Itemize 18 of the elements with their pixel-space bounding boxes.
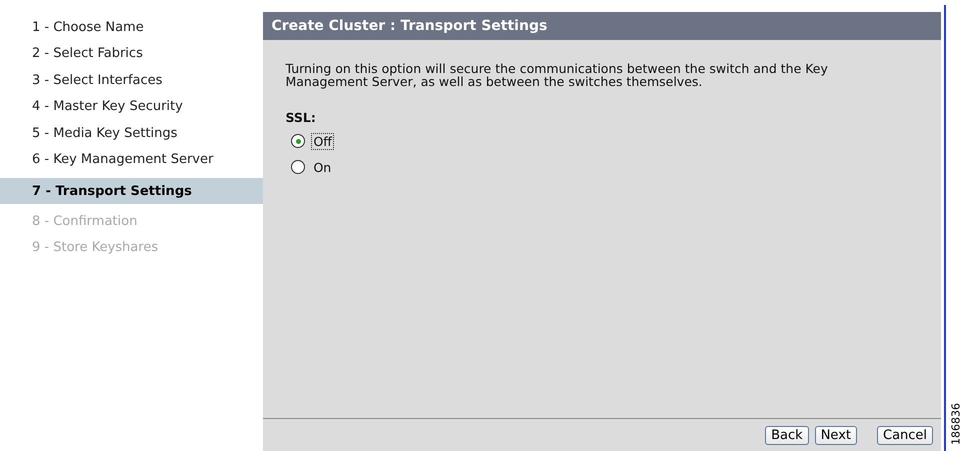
wizard-step[interactable]: 2 - Select Fabrics	[0, 40, 264, 67]
radio-label[interactable]: Off	[311, 132, 334, 150]
description-text: Turning on this option will secure the communications between the switch and the Key Management Server, as well as between the switches themselves.	[285, 62, 829, 88]
wizard-step[interactable]: 4 - Master Key Security	[0, 94, 264, 120]
wizard-step[interactable]: 1 - Choose Name	[0, 14, 264, 40]
wizard-step[interactable]: 6 - Key Management Server	[0, 146, 264, 173]
wizard-step[interactable]: 7 - Transport Settings	[0, 178, 264, 204]
ssl-label: SSL:	[285, 110, 317, 125]
wizard-step[interactable]: 3 - Select Interfaces	[0, 67, 264, 94]
radio-label[interactable]: On	[311, 158, 334, 176]
radio-button[interactable]	[291, 160, 306, 174]
panel-title: Create Cluster : Transport Settings	[263, 12, 942, 40]
wizard-button[interactable]: Back	[765, 426, 809, 444]
figure-number: 186836	[949, 402, 962, 447]
wizard-button[interactable]: Cancel	[877, 426, 934, 444]
wizard-step[interactable]: 5 - Media Key Settings	[0, 120, 264, 146]
radio-button[interactable]	[291, 134, 306, 148]
wizard-button[interactable]: Next	[814, 426, 857, 444]
